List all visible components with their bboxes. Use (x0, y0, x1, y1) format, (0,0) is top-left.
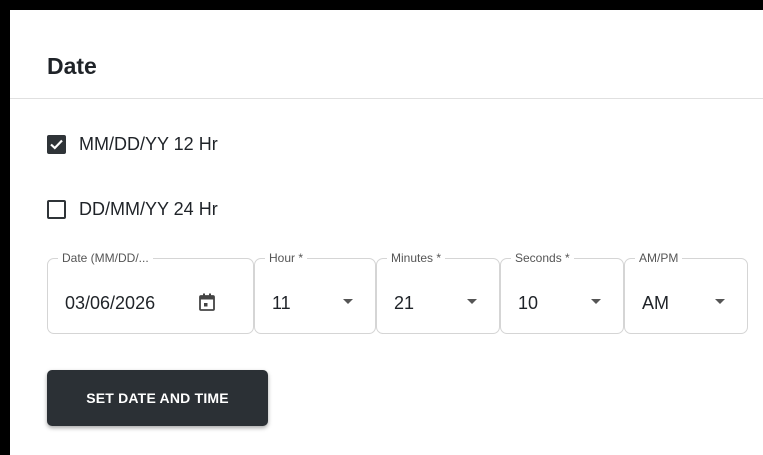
date-field-value[interactable]: 03/06/2026 (65, 293, 155, 314)
checkmark-icon (50, 139, 63, 150)
chevron-down-icon[interactable] (467, 299, 477, 304)
chevron-down-icon[interactable] (343, 299, 353, 304)
ampm-select-label: AM/PM (635, 251, 683, 265)
hour-select-label: Hour * (265, 251, 308, 265)
date-settings-panel: Date MM/DD/YY 12 Hr DD/MM/YY 24 Hr Date … (10, 10, 763, 455)
ampm-select[interactable]: AM/PM AM (624, 251, 748, 334)
calendar-icon[interactable] (199, 293, 215, 311)
section-title: Date (47, 53, 97, 79)
ampm-select-value: AM (642, 293, 669, 313)
date-field-label: Date (MM/DD/... (58, 251, 153, 265)
section-header: Date (10, 10, 763, 99)
date-field[interactable]: Date (MM/DD/... 03/06/2026 (47, 251, 254, 334)
checkbox-checked[interactable] (47, 135, 66, 154)
chevron-down-icon[interactable] (715, 299, 725, 304)
format-option-ddmmyy-24hr[interactable]: DD/MM/YY 24 Hr (47, 199, 218, 220)
hour-select-value: 11 (272, 293, 291, 313)
seconds-select[interactable]: Seconds * 10 (500, 251, 624, 334)
minutes-select[interactable]: Minutes * 21 (376, 251, 500, 334)
format-option-label: DD/MM/YY 24 Hr (79, 199, 218, 219)
hour-select[interactable]: Hour * 11 (254, 251, 376, 334)
minutes-select-value: 21 (394, 293, 415, 313)
format-option-mmddyy-12hr[interactable]: MM/DD/YY 12 Hr (47, 134, 218, 155)
set-date-time-button[interactable]: SET DATE AND TIME (47, 370, 268, 426)
chevron-down-icon[interactable] (591, 299, 601, 304)
format-option-label: MM/DD/YY 12 Hr (79, 134, 218, 154)
seconds-select-value: 10 (518, 293, 539, 313)
seconds-select-label: Seconds * (511, 251, 574, 265)
checkbox-unchecked[interactable] (47, 200, 66, 219)
minutes-select-label: Minutes * (387, 251, 446, 265)
